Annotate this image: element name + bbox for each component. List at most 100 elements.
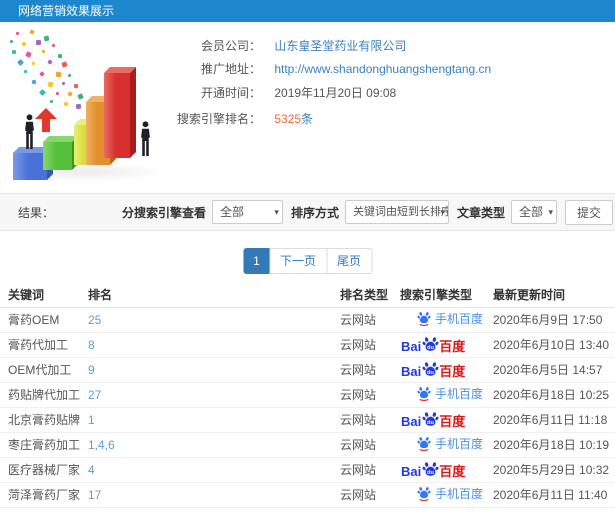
- sort-select-value: 关键词由短到长排序: [352, 206, 449, 218]
- mobile-baidu-engine[interactable]: 手机百度: [417, 385, 483, 402]
- app-window: 网络营销效果展示 会员公司： 山东皇圣堂药业有限公司 推广地址： http://…: [0, 0, 615, 520]
- article-type-select[interactable]: 全部 ▾: [510, 200, 557, 224]
- rank-link[interactable]: 27: [88, 388, 101, 402]
- ranking-count-suffix[interactable]: 条: [301, 112, 313, 126]
- 3d-bar: [43, 136, 78, 170]
- engine-label: 手机百度: [435, 436, 484, 451]
- rank-cell: 9: [80, 357, 332, 383]
- pagination: 1 下一页 尾页: [242, 248, 373, 274]
- confetti-dot: [57, 53, 63, 59]
- updated-cell: 2020年6月10日 13:40: [485, 332, 615, 358]
- article-type-label: 文章类型: [456, 205, 505, 220]
- confetti-dot: [35, 39, 42, 46]
- rank-type-cell: 云网站: [332, 357, 392, 383]
- table-row: 枣庄膏药加工 1,4,6 云网站 手机百度 2020年6月18日 10:19: [0, 432, 615, 458]
- promo-url-link[interactable]: http://www.shandonghuangshengtang.cn: [274, 62, 491, 76]
- keyword-cell: 枣庄膏药加工: [0, 432, 80, 458]
- rank-cell: 1,4,6: [80, 432, 332, 458]
- info-section: 会员公司： 山东皇圣堂药业有限公司 推广地址： http://www.shand…: [0, 22, 615, 193]
- confetti-dot: [51, 43, 56, 48]
- col-header-rank: 排名: [80, 283, 332, 308]
- confetti-dot: [43, 35, 50, 42]
- mobile-baidu-icon: [417, 312, 431, 327]
- ranking-count-row: 搜索引擎排名： 5325条: [175, 109, 313, 129]
- engine-cell: Bai du 百度: [392, 407, 485, 433]
- table-row: 医疗器械厂家 4 云网站 Bai du 百度 2020年5月29日 10:32: [0, 457, 615, 483]
- engine-cell: 手机百度: [392, 482, 485, 508]
- businessman-figure-left: [25, 114, 34, 150]
- mobile-baidu-icon: [417, 437, 431, 452]
- rank-link[interactable]: 25: [88, 313, 101, 327]
- next-page-button[interactable]: 下一页: [268, 248, 327, 274]
- mobile-baidu-engine[interactable]: 手机百度: [417, 435, 483, 452]
- rank-type-cell: 云网站: [332, 307, 392, 333]
- col-header-keyword: 关键词: [0, 283, 80, 308]
- member-company-row: 会员公司： 山东皇圣堂药业有限公司: [175, 36, 406, 56]
- rank-link[interactable]: 1,4,6: [88, 438, 115, 452]
- page-button-current[interactable]: 1: [242, 248, 270, 274]
- baidu-logo-cn: 百度: [439, 339, 466, 354]
- keyword-cell: 药贴牌代加工: [0, 382, 80, 408]
- col-header-updated: 最新更新时间: [485, 283, 615, 308]
- baidu-engine-logo[interactable]: Bai du 百度: [401, 360, 465, 379]
- sort-select[interactable]: 关键词由短到长排序 ▾: [344, 200, 449, 224]
- confetti-dot: [41, 49, 46, 54]
- baidu-logo-bai: Bai: [401, 339, 422, 354]
- table-header-row: 关键词 排名 排名类型 搜索引擎类型 最新更新时间: [0, 283, 615, 308]
- confetti-dot: [38, 88, 47, 97]
- member-company-link[interactable]: 山东皇圣堂药业有限公司: [274, 39, 406, 53]
- sort-filter-label: 排序方式: [290, 205, 339, 220]
- rank-type-cell: 云网站: [332, 482, 392, 508]
- confetti-dot: [16, 58, 25, 67]
- col-header-engine-type: 搜索引擎类型: [392, 283, 485, 308]
- rank-link[interactable]: 8: [88, 338, 95, 352]
- confetti-dot: [39, 71, 45, 77]
- rank-link[interactable]: 17: [88, 488, 101, 502]
- updated-cell: 2020年6月5日 14:57: [485, 357, 615, 383]
- rank-link[interactable]: 4: [88, 463, 95, 477]
- updated-cell: 2020年6月11日 11:18: [485, 407, 615, 433]
- caret-down-icon: ▾: [548, 207, 553, 217]
- keyword-cell: 膏药OEM: [0, 307, 80, 333]
- keyword-cell: 膏药代加工: [0, 332, 80, 358]
- engine-filter-label: 分搜索引擎查看: [121, 205, 206, 220]
- engine-cell: Bai du 百度: [392, 357, 485, 383]
- confetti-dot: [61, 81, 66, 86]
- confetti-dot: [21, 41, 27, 47]
- col-header-rank-type: 排名类型: [332, 283, 392, 308]
- mobile-baidu-engine[interactable]: 手机百度: [417, 485, 483, 502]
- engine-select[interactable]: 全部 ▾: [211, 200, 283, 224]
- confetti-dot: [31, 61, 36, 66]
- rank-cell: 4: [80, 457, 332, 483]
- engine-cell: Bai du 百度: [392, 332, 485, 358]
- last-page-button[interactable]: 尾页: [326, 248, 373, 274]
- confetti-dot: [9, 39, 14, 44]
- table-row: 膏药代加工 8 云网站 Bai du 百度 2020年6月10日 13:40: [0, 332, 615, 358]
- submit-button[interactable]: 提交: [564, 199, 613, 225]
- engine-label: 手机百度: [435, 486, 484, 501]
- article-type-select-value: 全部: [518, 205, 543, 219]
- svg-text:du: du: [427, 345, 434, 351]
- rank-cell: 27: [80, 382, 332, 408]
- rank-type-cell: 云网站: [332, 432, 392, 458]
- baidu-engine-logo[interactable]: Bai du 百度: [401, 410, 465, 429]
- baidu-logo-bai: Bai: [401, 364, 422, 379]
- mobile-baidu-icon: [417, 487, 431, 502]
- rank-link[interactable]: 9: [88, 363, 95, 377]
- ranking-count-label: 搜索引擎排名：: [176, 112, 261, 126]
- rank-link[interactable]: 1: [88, 413, 95, 427]
- rank-cell: 17: [80, 482, 332, 508]
- businessman-figure-right: [141, 121, 150, 157]
- mobile-baidu-engine[interactable]: 手机百度: [417, 310, 483, 327]
- titlebar: 网络营销效果展示: [0, 0, 615, 22]
- confetti-dot: [55, 91, 60, 96]
- baidu-engine-logo[interactable]: Bai du 百度: [401, 460, 465, 479]
- updated-cell: 2020年6月11日 11:40: [485, 482, 615, 508]
- confetti-dot: [49, 99, 54, 104]
- confetti-dot: [29, 29, 35, 35]
- baidu-engine-logo[interactable]: Bai du 百度: [401, 335, 465, 354]
- confetti-dot: [73, 83, 79, 89]
- updated-cell: 2020年5月29日 10:32: [485, 457, 615, 483]
- confetti-dot: [16, 32, 19, 35]
- confetti-dot: [11, 49, 17, 55]
